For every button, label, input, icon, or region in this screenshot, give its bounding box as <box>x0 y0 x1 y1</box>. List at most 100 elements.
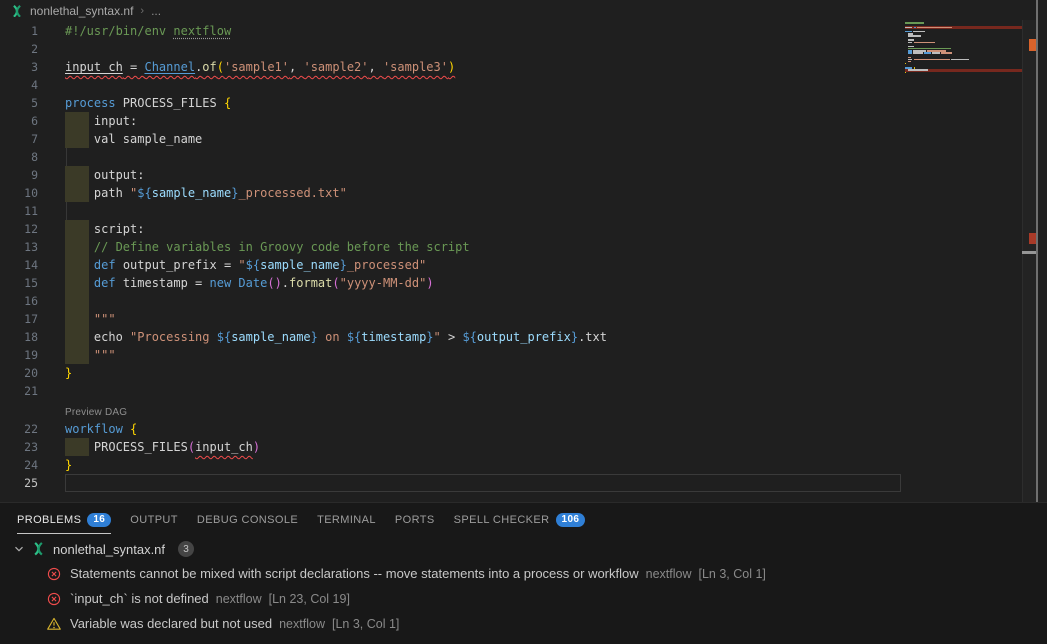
line-number: 10 <box>0 184 38 202</box>
line-number: 14 <box>0 256 38 274</box>
code-token: ( <box>217 60 224 74</box>
error-squiggle: input_ch = Channel.of('sample1', 'sample… <box>65 60 455 74</box>
code-line[interactable]: 4 <box>0 76 901 94</box>
line-number: 5 <box>0 94 38 112</box>
code-token: " <box>434 330 441 344</box>
code-token: > <box>441 330 463 344</box>
problems-file-group[interactable]: nonlethal_syntax.nf3 <box>0 537 1047 561</box>
panel-tab-spell-checker[interactable]: SPELL CHECKER 106 <box>454 503 586 537</box>
line-number: 9 <box>0 166 38 184</box>
code-text: input: <box>65 112 137 130</box>
code-token: output: <box>65 168 144 182</box>
code-token: sample_name <box>152 186 231 200</box>
tab-count-badge: 106 <box>556 513 586 527</box>
code-line[interactable]: 3input_ch = Channel.of('sample1', 'sampl… <box>0 58 901 76</box>
code-token: ( <box>188 440 195 454</box>
panel-tab-terminal[interactable]: TERMINAL <box>317 503 376 537</box>
code-token: echo <box>65 330 130 344</box>
code-token: .txt <box>578 330 607 344</box>
code-line[interactable]: 9 output: <box>0 166 901 184</box>
line-number: 13 <box>0 238 38 256</box>
panel-tab-label: SPELL CHECKER <box>454 514 550 526</box>
code-token <box>65 240 94 254</box>
code-line[interactable]: 5process PROCESS_FILES { <box>0 94 901 112</box>
code-line[interactable]: 15 def timestamp = new Date().format("yy… <box>0 274 901 292</box>
code-line[interactable]: 21 <box>0 382 901 400</box>
code-line[interactable]: 7 val sample_name <box>0 130 901 148</box>
problem-location: [Ln 3, Col 1] <box>699 567 766 581</box>
code-token: } <box>426 330 433 344</box>
code-line[interactable]: 13 // Define variables in Groovy code be… <box>0 238 901 256</box>
line-number: 15 <box>0 274 38 292</box>
chevron-down-icon[interactable] <box>12 542 26 556</box>
panel-tab-debug-console[interactable]: DEBUG CONSOLE <box>197 503 298 537</box>
code-line[interactable]: 19 """ <box>0 346 901 364</box>
code-token: { <box>224 96 231 110</box>
code-text: PROCESS_FILES(input_ch) <box>65 438 260 456</box>
code-line[interactable]: 24} <box>0 456 901 474</box>
problem-row[interactable]: `input_ch` is not definednextflow[Ln 23,… <box>0 586 1047 611</box>
problems-file-name: nonlethal_syntax.nf <box>53 542 165 557</box>
code-editor[interactable]: 1 #!/usr/bin/env nextflow 23input_ch = Cha… <box>0 22 901 492</box>
ruler-decoration-mark <box>1029 233 1036 244</box>
code-token: ( <box>332 276 339 290</box>
code-token: def <box>94 276 123 290</box>
panel-tab-problems[interactable]: PROBLEMS16 <box>17 503 111 537</box>
code-line[interactable]: 17 """ <box>0 310 901 328</box>
code-token: { <box>130 422 137 436</box>
panel-tabs: PROBLEMS16 OUTPUT DEBUG CONSOLE TERMINAL POR… <box>0 503 1047 537</box>
overview-ruler[interactable] <box>1022 20 1037 502</box>
code-line[interactable]: 11 <box>0 202 901 220</box>
code-line[interactable]: 22workflow { <box>0 420 901 438</box>
code-token <box>65 312 94 326</box>
code-token: ) <box>426 276 433 290</box>
line-number: 21 <box>0 382 38 400</box>
line-number: 1 <box>0 22 38 40</box>
panel-tab-label: TERMINAL <box>317 514 376 526</box>
minimap[interactable] <box>905 22 1022 76</box>
code-text: val sample_name <box>65 130 202 148</box>
panel-tab-output[interactable]: OUTPUT <box>130 503 178 537</box>
code-line[interactable]: 14 def output_prefix = "${sample_name}_p… <box>0 256 901 274</box>
codelens-preview-dag[interactable]: Preview DAG <box>0 400 901 420</box>
breadcrumb[interactable]: nonlethal_syntax.nf › ... <box>0 0 1047 22</box>
code-token: new <box>210 276 239 290</box>
panel-tab-ports[interactable]: PORTS <box>395 503 435 537</box>
breadcrumb-file[interactable]: nonlethal_syntax.nf <box>30 4 133 18</box>
code-line[interactable]: 16 <box>0 292 901 310</box>
code-token: output_prefix = <box>123 258 239 272</box>
code-text: """ <box>65 310 116 328</box>
code-line[interactable]: 1 #!/usr/bin/env nextflow <box>0 22 901 40</box>
chevron-right-icon: › <box>140 5 144 17</box>
code-token: """ <box>94 348 116 362</box>
line-number: 19 <box>0 346 38 364</box>
code-token: path <box>65 186 130 200</box>
code-token: #!/usr/bin/env <box>65 24 173 38</box>
code-token: def <box>94 258 123 272</box>
code-line[interactable]: 20} <box>0 364 901 382</box>
breadcrumb-symbol-path[interactable]: ... <box>151 4 161 18</box>
code-line[interactable]: 10 path "${sample_name}_processed.txt" <box>0 184 901 202</box>
problem-row[interactable]: Variable was declared but not usednextfl… <box>0 611 1047 636</box>
code-token: workflow <box>65 422 130 436</box>
code-line[interactable]: 18 echo "Processing ${sample_name} on ${… <box>0 328 901 346</box>
code-token: timestamp = <box>123 276 210 290</box>
code-token <box>65 348 94 362</box>
code-token: } <box>311 330 318 344</box>
problems-list: nonlethal_syntax.nf3 Statements cannot b… <box>0 537 1047 636</box>
code-text: // Define variables in Groovy code befor… <box>65 238 470 256</box>
code-token: ${ <box>137 186 151 200</box>
problem-location: [Ln 23, Col 19] <box>269 592 350 606</box>
problem-message: Statements cannot be mixed with script d… <box>70 566 639 581</box>
code-line[interactable]: 25 <box>0 474 901 492</box>
code-token: format <box>289 276 332 290</box>
problem-source: nextflow <box>646 567 692 581</box>
panel-tab-label: PORTS <box>395 514 435 526</box>
code-line[interactable]: 23 PROCESS_FILES(input_ch) <box>0 438 901 456</box>
code-line[interactable]: 6 input: <box>0 112 901 130</box>
problem-row[interactable]: Statements cannot be mixed with script d… <box>0 561 1047 586</box>
code-token: nextflow <box>173 24 231 38</box>
code-line[interactable]: 12 script: <box>0 220 901 238</box>
code-line[interactable]: 8 <box>0 148 901 166</box>
code-line[interactable]: 2 <box>0 40 901 58</box>
